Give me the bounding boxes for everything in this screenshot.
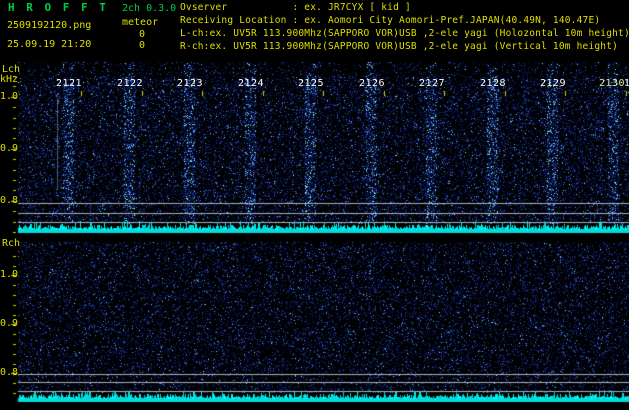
rch-config-line: R-ch:ex. UV5R 113.900Mhz(SAPPORO VOR)USB… — [180, 41, 619, 52]
time-label-2125: 2125 — [298, 78, 325, 89]
time-label-2121: 2121 — [56, 78, 83, 89]
rch-freq-tick-0.8: 0.8 — [0, 367, 19, 378]
app-version: 2ch 0.3.0 — [122, 3, 177, 14]
observer-line: Ovserver : ex. JR7CYX [ kid ] — [180, 2, 411, 13]
app-title: H R O F F T — [8, 1, 109, 14]
lch-config-line: L-ch:ex. UV5R 113.900Mhz(SAPPORO VOR)USB… — [180, 28, 629, 39]
lch-freq-tick-0.9: 0.9 — [0, 143, 19, 154]
lch-freq-tick-0.8: 0.8 — [0, 195, 19, 206]
meteor-mode-label: meteor — [122, 17, 159, 28]
meteor-count-1: 0 — [139, 29, 146, 40]
rch-freq-tick-1.0: 1.0 — [0, 269, 19, 280]
time-label-2124: 2124 — [238, 78, 265, 89]
rch-channel-label: Rch — [2, 238, 21, 249]
time-label-2127: 2127 — [419, 78, 446, 89]
location-line: Receiving Location : ex. Aomori City Aom… — [180, 15, 601, 26]
time-label-2122: 2122 — [117, 78, 144, 89]
time-label-2123: 2123 — [177, 78, 204, 89]
time-label-2130: 2130 — [599, 78, 626, 89]
meteor-count-2: 0 — [139, 40, 146, 51]
output-filename: 2509192120.png — [7, 20, 92, 31]
record-datetime: 25.09.19 21:20 — [7, 39, 92, 50]
hrofft-window: H R O F F T 2ch 0.3.0 2509192120.png met… — [0, 0, 629, 410]
rch-freq-tick-0.9: 0.9 — [0, 318, 19, 329]
time-label-partial: 10 — [624, 78, 629, 89]
time-label-2129: 2129 — [540, 78, 567, 89]
time-label-2126: 2126 — [359, 78, 386, 89]
lch-unit-label: kHz — [0, 74, 19, 85]
lch-freq-tick-1.0: 1.0 — [0, 91, 19, 102]
spectrogram-canvas — [0, 0, 629, 410]
time-label-2128: 2128 — [480, 78, 507, 89]
